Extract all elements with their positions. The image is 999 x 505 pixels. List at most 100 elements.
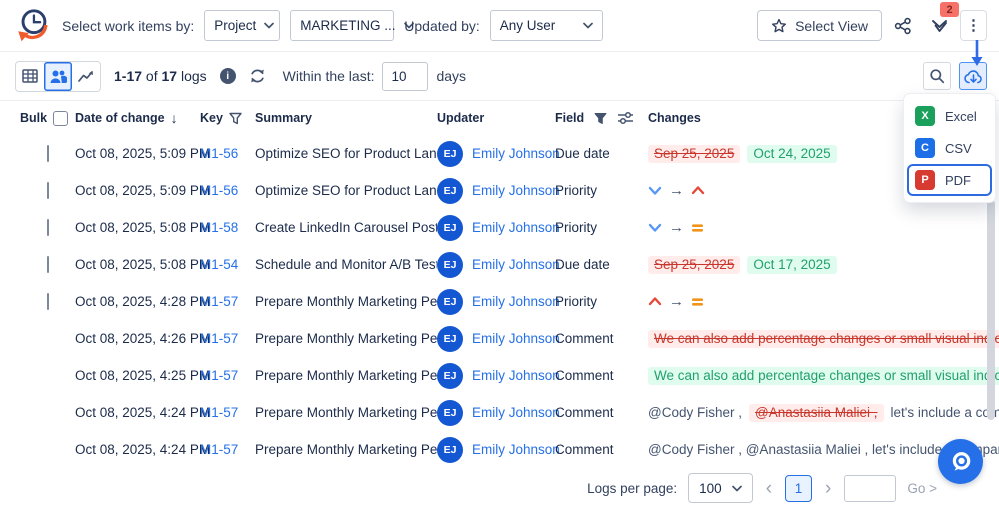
filter-funnel-filled-icon[interactable] [594, 112, 607, 125]
guide-arrow-down-icon [971, 40, 983, 66]
row-checkbox[interactable] [47, 182, 49, 199]
share-button[interactable] [888, 10, 918, 41]
updater-name-link[interactable]: Emily Johnson [472, 331, 560, 346]
project-dropdown[interactable]: MARKETING ... [290, 10, 414, 41]
chevron-down-icon [731, 485, 742, 491]
go-button[interactable]: Go > [907, 481, 937, 496]
table-view-button[interactable] [16, 62, 44, 91]
updater-cell: EJ Emily Johnson [437, 177, 560, 204]
table-row: Oct 08, 2025, 4:28 PM M1-57 Prepare Monthl… [0, 283, 999, 320]
help-widget-button[interactable] [938, 439, 983, 484]
summary-cell: Optimize SEO for Product Landi... [255, 146, 437, 161]
trend-chart-icon [78, 70, 93, 82]
log-table-body: Oct 08, 2025, 5:09 PM M1-56 Optimize SEO f… [0, 135, 999, 468]
updater-cell: EJ Emily Johnson [437, 140, 560, 167]
count-range: 1-17 [114, 68, 143, 84]
key-label: Key [200, 111, 223, 125]
vertical-scrollbar-thumb[interactable] [987, 200, 995, 420]
next-page-icon[interactable]: › [823, 479, 833, 498]
search-button[interactable] [923, 62, 951, 90]
field-cell: Comment [555, 331, 614, 346]
table-row: Oct 08, 2025, 5:08 PM M1-58 Create LinkedI… [0, 209, 999, 246]
updater-cell: EJ Emily Johnson [437, 436, 560, 463]
prev-page-icon[interactable]: ‹ [764, 479, 774, 498]
date-cell: Oct 08, 2025, 4:24 PM [75, 405, 211, 420]
log-count-text: 1-17 of 17 logs [114, 68, 207, 84]
priority-medium-icon [691, 222, 704, 234]
star-icon [772, 18, 787, 32]
updater-name-link[interactable]: Emily Johnson [472, 368, 560, 383]
header-date-of-change[interactable]: Date of change ↓ [75, 110, 200, 126]
added-value: We can also add percentage changes or sm… [648, 366, 999, 385]
updated-by-dropdown[interactable]: Any User [489, 10, 603, 41]
field-label: Field [555, 111, 585, 125]
updated-by-label: Updated by: [404, 17, 480, 34]
select-all-checkbox[interactable] [53, 110, 69, 126]
avatar: EJ [437, 288, 463, 315]
updater-name-link[interactable]: Emily Johnson [472, 183, 560, 198]
key-link[interactable]: M1-56 [200, 146, 255, 161]
chart-view-button[interactable] [72, 62, 100, 91]
row-checkbox[interactable] [47, 145, 49, 162]
export-option-excel[interactable]: X Excel [904, 100, 995, 132]
count-total: 17 [161, 68, 178, 84]
row-checkbox[interactable] [47, 219, 49, 236]
removed-value: We can also add percentage changes or sm… [648, 329, 999, 348]
csv-file-icon: C [915, 138, 935, 158]
kebab-menu-button[interactable]: ⋮ [960, 10, 987, 41]
row-checkbox[interactable] [47, 256, 49, 273]
goto-page-input[interactable] [844, 474, 897, 502]
header-field: Field [555, 111, 648, 125]
change-arrow-icon: → [669, 220, 684, 235]
key-link[interactable]: M1-56 [200, 183, 255, 198]
people-view-button[interactable] [44, 61, 72, 91]
updater-name-link[interactable]: Emily Johnson [472, 405, 560, 420]
updater-name-link[interactable]: Emily Johnson [472, 146, 560, 161]
date-cell: Oct 08, 2025, 4:25 PM [75, 368, 211, 383]
avatar: EJ [437, 140, 463, 167]
days-label: days [436, 68, 467, 84]
validation-button[interactable]: 2 [924, 2, 959, 41]
bulk-cell [20, 331, 75, 346]
export-option-pdf[interactable]: P PDF [907, 164, 992, 196]
sort-desc-icon[interactable]: ↓ [171, 110, 178, 126]
page-size-dropdown[interactable]: 100 [688, 473, 753, 503]
key-link[interactable]: M1-57 [200, 442, 255, 457]
export-dropdown-menu: X Excel C CSV P PDF [904, 94, 995, 202]
key-link[interactable]: M1-57 [200, 405, 255, 420]
search-icon [930, 69, 945, 84]
bulk-cell [20, 219, 75, 236]
header-summary: Summary [255, 111, 437, 125]
info-icon[interactable]: i [219, 68, 236, 84]
export-option-csv[interactable]: C CSV [904, 132, 995, 164]
key-link[interactable]: M1-57 [200, 294, 255, 309]
row-checkbox[interactable] [47, 293, 49, 310]
updater-name-link[interactable]: Emily Johnson [472, 220, 560, 235]
key-link[interactable]: M1-54 [200, 257, 255, 272]
updater-name-link[interactable]: Emily Johnson [472, 294, 560, 309]
refresh-button[interactable] [249, 68, 266, 84]
logs-per-page-label: Logs per page: [587, 480, 678, 496]
added-value: Oct 24, 2025 [747, 144, 837, 163]
date-of-change-label: Date of change [75, 111, 165, 125]
header-key: Key [200, 111, 255, 125]
date-cell: Oct 08, 2025, 4:26 PM [75, 331, 211, 346]
select-view-button[interactable]: Select View [757, 10, 882, 41]
pagination-bar: Logs per page: 100 ‹ 1 › Go > [0, 471, 937, 505]
key-link[interactable]: M1-57 [200, 331, 255, 346]
key-link[interactable]: M1-57 [200, 368, 255, 383]
updater-name-link[interactable]: Emily Johnson [472, 442, 560, 457]
mode-dropdown[interactable]: Project [204, 10, 281, 41]
field-cell: Priority [555, 294, 598, 309]
column-settings-sliders-icon[interactable] [617, 111, 634, 125]
current-page-button[interactable]: 1 [785, 474, 813, 502]
updater-name-link[interactable]: Emily Johnson [472, 257, 560, 272]
notification-badge: 2 [940, 2, 959, 17]
key-link[interactable]: M1-58 [200, 220, 255, 235]
within-days-input[interactable] [382, 61, 429, 91]
filter-funnel-outline-icon[interactable] [229, 112, 242, 125]
field-cell: Comment [555, 368, 614, 383]
changes-cell: @Cody Fisher , @Anastasiia Maliei , let's … [648, 403, 999, 422]
bulk-cell [20, 368, 75, 383]
removed-value: Sep 25, 2025 [648, 144, 741, 163]
